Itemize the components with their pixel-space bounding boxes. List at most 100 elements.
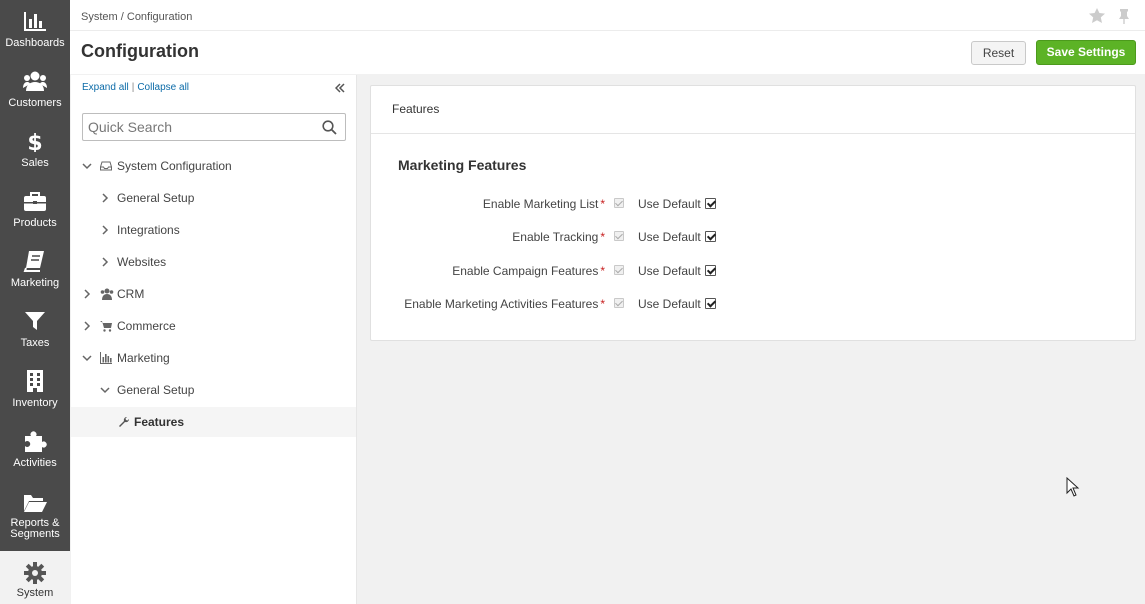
nav-item-marketing[interactable]: Marketing xyxy=(0,240,70,300)
tree-item-label: Integrations xyxy=(117,223,180,237)
tree-item-label: Features xyxy=(134,415,185,429)
chevron-down-icon[interactable] xyxy=(100,385,110,395)
nav-item-customers[interactable]: Customers xyxy=(0,60,70,120)
field-label-text: Enable Campaign Features xyxy=(452,264,599,278)
tree-item-integrations[interactable]: Integrations xyxy=(71,215,356,245)
briefcase-icon xyxy=(24,192,46,211)
quick-search-box xyxy=(82,113,346,141)
nav-label: Reports & Segments xyxy=(10,517,60,540)
folder-icon xyxy=(24,495,47,512)
tree-item-label: Websites xyxy=(117,255,167,269)
nav-item-inventory[interactable]: Inventory xyxy=(0,360,70,420)
gear-icon xyxy=(24,562,46,584)
field-label-text: Enable Marketing Activities Features xyxy=(404,297,599,311)
nav-label: Inventory xyxy=(12,397,58,409)
chevron-right-icon[interactable] xyxy=(82,289,92,299)
use-default-label: Use Default xyxy=(638,297,701,311)
use-default-label: Use Default xyxy=(638,230,701,244)
chevron-down-icon[interactable] xyxy=(82,161,92,171)
field-label: Enable Campaign Features * xyxy=(452,264,605,278)
chevron-right-icon[interactable] xyxy=(100,257,110,267)
collapse-sidebar-icon[interactable] xyxy=(335,83,345,93)
tree-item-label: Commerce xyxy=(117,319,176,333)
pin-icon[interactable] xyxy=(1116,8,1132,24)
tree-item-label: General Setup xyxy=(117,383,195,397)
svg-text:$: $ xyxy=(27,131,42,152)
quick-search-input[interactable] xyxy=(88,118,313,136)
funnel-icon xyxy=(25,312,45,330)
puzzle-icon xyxy=(25,431,47,452)
panel-divider xyxy=(371,133,1135,134)
nav-label: Taxes xyxy=(20,337,50,349)
mouse-cursor-icon xyxy=(1066,477,1080,497)
config-tree-sidebar: Expand all|Collapse all System Configura… xyxy=(71,75,357,604)
use-default-checkbox[interactable] xyxy=(705,231,716,242)
collapse-all-link[interactable]: Collapse all xyxy=(137,82,189,93)
tree-item-label: General Setup xyxy=(117,191,195,205)
breadcrumb-item-configuration: Configuration xyxy=(126,11,193,23)
required-marker: * xyxy=(600,197,605,211)
field-label: Enable Tracking * xyxy=(512,230,605,244)
nav-item-system[interactable]: System xyxy=(0,551,70,604)
cart-icon xyxy=(100,321,112,332)
tree-item-crm[interactable]: CRM xyxy=(71,279,356,309)
header-divider xyxy=(70,30,1145,31)
nav-item-products[interactable]: Products xyxy=(0,180,70,240)
nav-label: Customers xyxy=(8,97,62,109)
field-enable-campaign-features: Enable Campaign Features * Use Default xyxy=(371,262,1135,282)
nav-label: Sales xyxy=(21,157,49,169)
star-icon[interactable] xyxy=(1089,8,1105,24)
expand-all-link[interactable]: Expand all xyxy=(82,82,129,93)
tree-item-label: System Configuration xyxy=(117,159,232,173)
nav-item-taxes[interactable]: Taxes xyxy=(0,300,70,360)
use-default-checkbox[interactable] xyxy=(705,265,716,276)
nav-label: Products xyxy=(13,217,57,229)
value-checkbox-disabled xyxy=(614,298,624,308)
value-checkbox-disabled xyxy=(614,198,624,208)
customers-icon xyxy=(23,71,47,91)
search-icon[interactable] xyxy=(322,120,337,135)
chevron-right-icon[interactable] xyxy=(82,321,92,331)
tree-item-label: CRM xyxy=(117,287,145,301)
required-marker: * xyxy=(600,297,605,311)
page-header: System / Configuration Configuration Res… xyxy=(70,0,1145,74)
dollar-icon: $ xyxy=(27,131,42,152)
tree-item-marketing[interactable]: Marketing xyxy=(71,343,356,373)
tree-item-label: Marketing xyxy=(117,351,170,365)
tree-item-general-setup[interactable]: General Setup xyxy=(71,183,356,213)
nav-label: Dashboards xyxy=(5,37,65,49)
tree-item-system-configuration[interactable]: System Configuration xyxy=(71,151,356,181)
field-label-text: Enable Marketing List xyxy=(482,197,599,211)
chevron-right-icon[interactable] xyxy=(100,225,110,235)
field-enable-marketing-list: Enable Marketing List * Use Default xyxy=(371,195,1135,215)
breadcrumb-item-system[interactable]: System xyxy=(81,11,118,23)
reset-button[interactable]: Reset xyxy=(971,41,1026,65)
field-enable-marketing-activities-features: Enable Marketing Activities Features * Us… xyxy=(371,295,1135,315)
building-icon xyxy=(27,370,43,392)
bar-chart-icon xyxy=(100,352,112,364)
nav-label: Marketing xyxy=(10,277,60,289)
breadcrumb-separator: / xyxy=(120,11,124,23)
use-default-checkbox[interactable] xyxy=(705,298,716,309)
chevron-right-icon[interactable] xyxy=(100,193,110,203)
features-panel: Features Marketing Features Enable Marke… xyxy=(370,85,1136,341)
inbox-icon xyxy=(100,161,112,171)
nav-item-reports-segments[interactable]: Reports & Segments xyxy=(0,480,70,550)
nav-item-sales[interactable]: $ Sales xyxy=(0,120,70,180)
nav-item-dashboards[interactable]: Dashboards xyxy=(0,0,70,60)
tree-item-features[interactable]: Features xyxy=(71,407,356,437)
chevron-down-icon[interactable] xyxy=(82,353,92,363)
page-title: Configuration xyxy=(81,41,199,61)
users-icon xyxy=(100,288,114,300)
tree-item-websites[interactable]: Websites xyxy=(71,247,356,277)
nav-label: Activities xyxy=(13,457,57,469)
required-marker: * xyxy=(600,264,605,278)
save-settings-button[interactable]: Save Settings xyxy=(1036,40,1136,65)
panel-title: Features xyxy=(392,102,440,116)
use-default-checkbox[interactable] xyxy=(705,198,716,209)
tree-item-commerce[interactable]: Commerce xyxy=(71,311,356,341)
nav-item-activities[interactable]: Activities xyxy=(0,420,70,480)
nav-label: System xyxy=(16,587,54,599)
main-navigation: Dashboards Customers $ Sales Products Ma… xyxy=(0,0,70,604)
tree-item-marketing-general-setup[interactable]: General Setup xyxy=(71,375,356,405)
